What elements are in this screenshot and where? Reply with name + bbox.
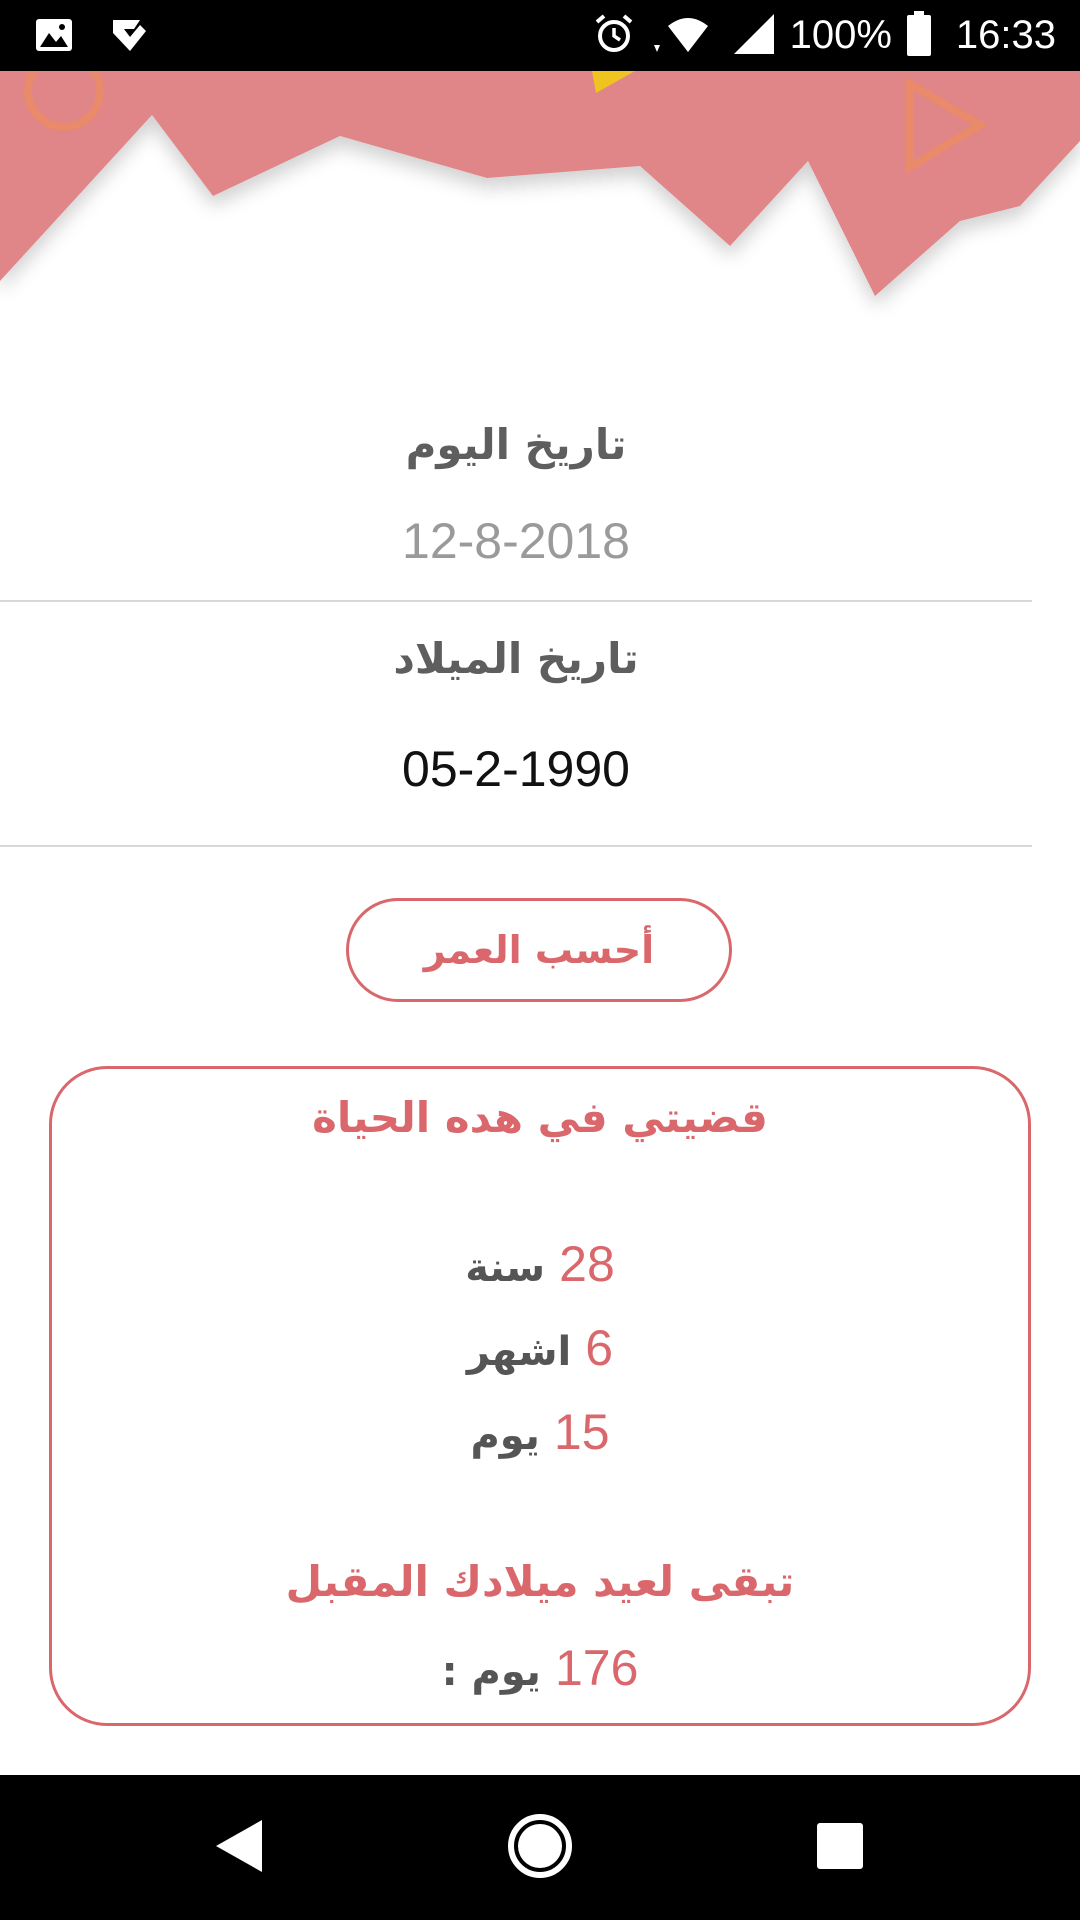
status-bar-right: 100% 16:33 xyxy=(592,0,1056,71)
home-button[interactable] xyxy=(460,1775,620,1920)
screen: 100% 16:33 تاريخ اليوم 12-8-2018 تاريخ ا… xyxy=(0,0,1080,1920)
days-row: يوم 15 xyxy=(52,1403,1028,1461)
today-label: تاريخ اليوم xyxy=(405,420,627,469)
recents-button[interactable] xyxy=(760,1775,920,1920)
wifi-icon xyxy=(650,12,718,60)
check-app-icon xyxy=(110,15,150,59)
lived-title: قضيتي في هده الحياة xyxy=(312,1093,768,1142)
navigation-bar xyxy=(0,1775,1080,1920)
next-birthday-unit: : يوم xyxy=(441,1649,541,1695)
status-bar-left xyxy=(34,15,150,59)
divider-top xyxy=(0,600,1032,602)
signal-icon xyxy=(732,12,776,60)
back-button[interactable] xyxy=(160,1775,320,1920)
years-row: سنة 28 xyxy=(52,1235,1028,1293)
recents-icon xyxy=(815,1821,865,1875)
next-birthday-title: تبقى لعيد ميلادك المقبل xyxy=(285,1557,795,1606)
battery-percent: 100% xyxy=(789,13,892,57)
days-unit: يوم xyxy=(470,1413,540,1459)
months-value: 6 xyxy=(585,1320,614,1376)
battery-icon xyxy=(906,10,932,61)
image-icon xyxy=(34,15,74,59)
months-row: اشهر 6 xyxy=(52,1319,1028,1377)
clock: 16:33 xyxy=(955,13,1056,57)
header-decoration xyxy=(0,51,1080,331)
years-value: 28 xyxy=(559,1236,615,1292)
birth-date-field[interactable]: 05-2-1990 xyxy=(0,740,1032,798)
alarm-icon xyxy=(592,12,636,60)
next-birthday-value: 176 xyxy=(554,1640,639,1696)
next-birthday-row: : يوم 176 xyxy=(52,1639,1028,1697)
calculate-age-button[interactable]: أحسب العمر xyxy=(346,898,732,1002)
divider-bottom xyxy=(0,845,1032,847)
results-card: قضيتي في هده الحياة سنة 28 اشهر 6 يوم 15… xyxy=(49,1066,1031,1726)
months-unit: اشهر xyxy=(466,1329,572,1375)
days-value: 15 xyxy=(553,1404,610,1460)
birth-label: تاريخ الميلاد xyxy=(393,634,639,683)
status-bar: 100% 16:33 xyxy=(0,0,1080,71)
years-unit: سنة xyxy=(465,1245,546,1291)
today-date: 12-8-2018 xyxy=(402,513,630,569)
back-icon xyxy=(210,1816,270,1880)
home-icon xyxy=(505,1811,575,1885)
